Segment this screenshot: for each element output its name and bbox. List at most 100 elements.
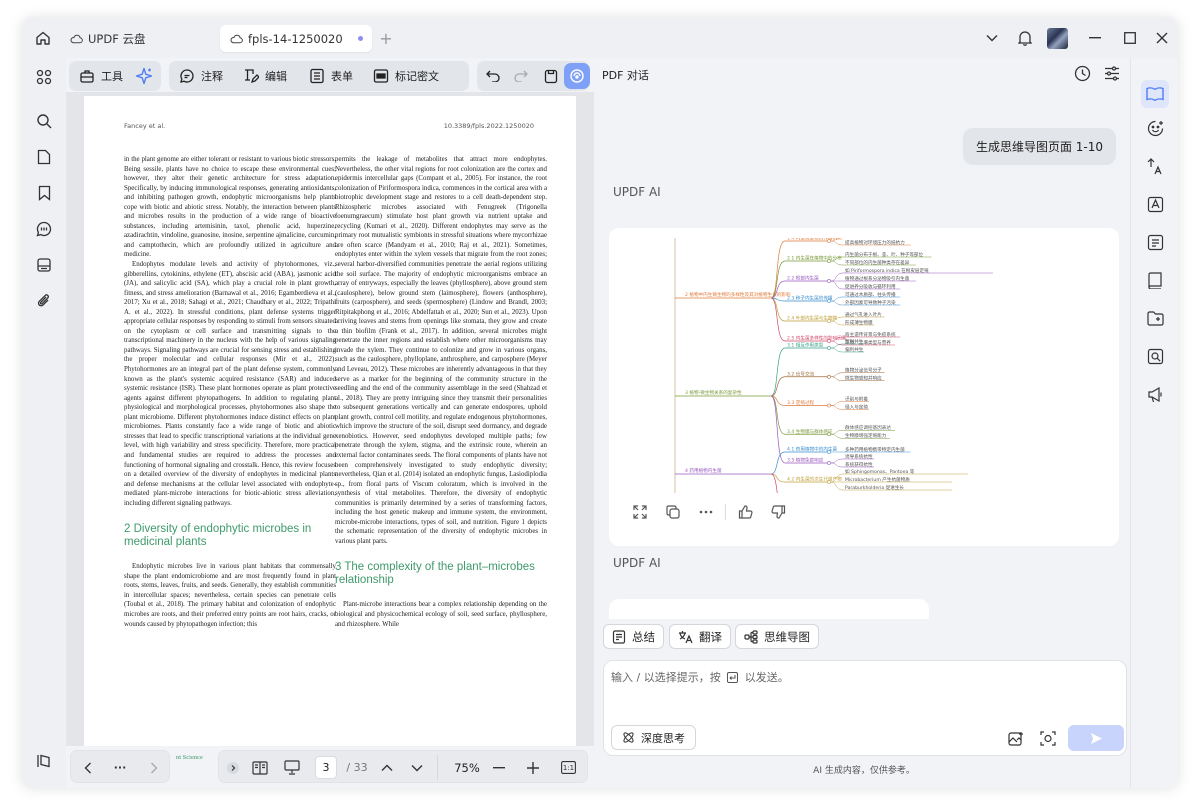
folder-icon[interactable] xyxy=(1143,306,1167,330)
close-icon[interactable] xyxy=(1150,26,1174,50)
paragraph: Endophytic microbes live in various plan… xyxy=(124,563,336,628)
app-window: UPDF 云盘 fpls-14-1250020 + 工具 注释 编辑 表单 标记… xyxy=(22,18,1178,788)
chevron-right-icon[interactable] xyxy=(143,751,165,784)
edit-button[interactable]: 编辑 xyxy=(243,61,287,91)
send-button[interactable] xyxy=(1068,725,1124,751)
copy-icon[interactable] xyxy=(656,500,689,524)
image-upload-icon[interactable] xyxy=(1008,731,1024,750)
maximize-icon[interactable] xyxy=(1118,26,1142,50)
tools-label: 工具 xyxy=(101,70,123,83)
deep-think-toggle[interactable]: 深度思考 xyxy=(611,725,696,750)
mindmap-chip[interactable]: 思维导图 xyxy=(735,624,819,649)
form-fill-icon[interactable] xyxy=(1143,230,1167,254)
mindmap-node xyxy=(827,239,831,243)
ocr-icon[interactable] xyxy=(1143,192,1167,216)
edit-text-icon xyxy=(245,69,259,84)
mindmap-icon xyxy=(744,629,758,644)
tab-cloud[interactable]: UPDF 云盘 xyxy=(64,25,155,52)
mindmap-child: 3.4 生物膜与群体感应 xyxy=(787,428,833,435)
book-ai-icon xyxy=(1146,87,1164,102)
ai-chat-tab-active[interactable] xyxy=(1141,80,1169,108)
comment-button[interactable]: 注释 xyxy=(179,61,223,91)
page-total: / 33 xyxy=(346,761,368,774)
chevron-up-icon[interactable] xyxy=(377,751,397,784)
more-button[interactable]: ··· xyxy=(109,751,131,784)
undo-icon[interactable] xyxy=(486,61,500,91)
collapse-arrow-icon[interactable] xyxy=(225,751,241,784)
layers-icon[interactable] xyxy=(31,748,57,774)
minimize-icon[interactable] xyxy=(1083,26,1107,50)
mindmap-leaf: 诱导系统抗性 xyxy=(845,453,873,460)
search-icon[interactable] xyxy=(31,108,57,134)
chevron-down-icon[interactable] xyxy=(407,751,427,784)
mindmap-leaf: 如 Sphingomonas、Pantoea 等 xyxy=(845,468,915,475)
mindmap-child: 3.5 植物免疫响应 xyxy=(787,457,824,464)
thumbs-down-icon[interactable] xyxy=(762,500,795,524)
redo-icon[interactable] xyxy=(514,61,528,91)
zoom-in-icon[interactable] xyxy=(523,751,543,784)
nav-pill: ··· xyxy=(70,750,170,783)
chevron-left-icon[interactable] xyxy=(77,751,99,784)
ai-disclaimer: AI 生成内容，仅供参考。 xyxy=(813,766,915,776)
translate-chip[interactable]: 翻译 xyxy=(669,624,731,649)
grid-view-icon[interactable] xyxy=(31,64,57,90)
redact-label: 标记密文 xyxy=(395,70,439,83)
settings-sliders-icon[interactable] xyxy=(1104,66,1120,85)
tab-document[interactable]: fpls-14-1250020 xyxy=(220,25,372,52)
storage-icon[interactable] xyxy=(31,252,57,278)
thumbs-up-icon[interactable] xyxy=(729,500,762,524)
bell-icon[interactable] xyxy=(1013,26,1037,50)
comment-list-icon[interactable] xyxy=(31,216,57,242)
ai-assistant-icon[interactable] xyxy=(564,63,590,89)
mindmap-leaf: 形成薄生物膜 xyxy=(845,319,873,326)
mindmap-leaf: 识别与附着 xyxy=(845,395,868,402)
chat-input[interactable]: 输入 / 以选择提示，按 以发送。 深度思考 xyxy=(603,660,1127,756)
ai-assistant-smile-icon[interactable] xyxy=(1143,116,1167,140)
mindmap-branch: 3 植物-微生物关系的复杂性 xyxy=(685,389,742,396)
history-icon[interactable] xyxy=(1074,65,1091,86)
new-tab-button[interactable]: + xyxy=(374,26,398,50)
tools-button[interactable]: 工具 xyxy=(79,61,123,91)
redact-button[interactable]: 标记密文 xyxy=(373,61,439,91)
more-options-icon[interactable] xyxy=(689,500,722,524)
mindmap-child: 3.1 相互作用类型 xyxy=(787,342,824,349)
two-page-view-icon[interactable] xyxy=(247,751,273,784)
chevron-down-icon[interactable] xyxy=(980,26,1004,50)
mindmap-node xyxy=(827,432,831,437)
page-number-input[interactable]: 3 xyxy=(315,756,337,779)
ai-answer-card: 2 植物中内生微生物的多样性及其对植物生长的影响1.4 内生微生物的作用机制通过… xyxy=(609,228,1119,546)
summary-icon xyxy=(612,629,626,644)
avatar[interactable] xyxy=(1047,28,1068,49)
search-document-icon[interactable] xyxy=(1143,344,1167,368)
screenshot-icon[interactable] xyxy=(1040,731,1056,750)
book-icon[interactable] xyxy=(1143,268,1167,292)
mindmap-label: 思维导图 xyxy=(764,629,810,644)
zoom-level[interactable]: 75% xyxy=(447,751,487,784)
mindmap-leaf: 多种药用植物携带特定内生菌 xyxy=(845,446,905,453)
bookmark-icon[interactable] xyxy=(31,180,57,206)
mindmap-leaf: 互利共生 xyxy=(845,338,864,345)
mindmap-child: 2.3 种子内生菌的传播 xyxy=(787,295,833,302)
mindmap-preview[interactable]: 2 植物中内生微生物的多样性及其对植物生长的影响1.4 内生微生物的作用机制通过… xyxy=(623,238,1110,493)
presentation-icon[interactable] xyxy=(279,751,305,784)
page-thumbnail-icon[interactable] xyxy=(31,144,57,170)
mindmap-leaf: 微生物感知并响应 xyxy=(845,375,882,382)
home-icon[interactable] xyxy=(31,26,55,50)
form-button[interactable]: 表单 xyxy=(309,61,353,91)
translate-text-icon[interactable] xyxy=(1143,154,1167,178)
user-message: 生成思维导图页面 1-10 xyxy=(962,128,1116,165)
ai-sparkle-icon[interactable] xyxy=(135,61,153,91)
summarize-chip[interactable]: 总结 xyxy=(603,624,664,649)
document-area[interactable]: Fancey et al. 10.3389/fpls.2022.1250020 … xyxy=(66,92,594,746)
mindmap-branch: 4 药用植物内生菌 xyxy=(685,467,722,474)
comment-label: 注释 xyxy=(201,70,223,83)
mindmap-node xyxy=(827,319,831,323)
actual-size-icon[interactable]: 1:1 xyxy=(557,751,579,784)
mindmap-node xyxy=(827,450,831,454)
mindmap-child: 3.3 定殖过程 xyxy=(787,399,815,406)
attachment-icon[interactable] xyxy=(31,288,57,314)
edit-label: 编辑 xyxy=(265,70,287,83)
expand-icon[interactable] xyxy=(623,500,656,524)
megaphone-icon[interactable] xyxy=(1143,382,1167,406)
zoom-out-icon[interactable] xyxy=(489,751,509,784)
